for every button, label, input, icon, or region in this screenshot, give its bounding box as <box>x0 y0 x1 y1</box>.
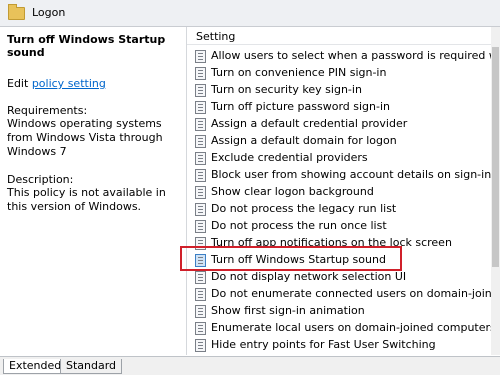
policy-setting-icon <box>195 84 206 97</box>
policy-setting-icon <box>195 169 206 182</box>
settings-list-pane: Setting Allow users to select when a pas… <box>186 27 500 355</box>
policy-row-label: Show clear logon background <box>211 185 374 198</box>
policy-setting-icon <box>195 118 206 131</box>
tab-standard[interactable]: Standard <box>60 359 123 374</box>
requirements-label: Requirements: <box>7 104 88 117</box>
policy-row[interactable]: Block user from showing account details … <box>195 166 495 183</box>
header-divider <box>187 44 492 45</box>
tab-extended[interactable]: Extended <box>3 359 68 374</box>
policy-setting-icon <box>195 339 206 352</box>
policy-row[interactable]: Turn on security key sign-in <box>195 81 495 98</box>
policy-setting-icon <box>195 135 206 148</box>
settings-list: Allow users to select when a password is… <box>195 47 500 353</box>
description-text: This policy is not available in this ver… <box>7 186 166 213</box>
policy-setting-link[interactable]: policy setting <box>32 77 106 90</box>
policy-row-label: Exclude credential providers <box>211 151 368 164</box>
policy-row-label: Turn on security key sign-in <box>211 83 362 96</box>
policy-row-label: Do not process the legacy run list <box>211 202 397 215</box>
policy-row[interactable]: Do not enumerate connected users on doma… <box>195 285 500 302</box>
window-title: Logon <box>32 6 66 19</box>
folder-icon <box>8 4 25 20</box>
policy-setting-icon <box>195 203 206 216</box>
policy-row-label: Turn off picture password sign-in <box>211 100 390 113</box>
policy-row[interactable]: Hide entry points for Fast User Switchin… <box>195 336 495 353</box>
policy-row[interactable]: Enumerate local users on domain-joined c… <box>195 319 496 336</box>
policy-row[interactable]: Exclude credential providers <box>195 149 495 166</box>
vertical-scrollbar[interactable] <box>491 27 500 355</box>
policy-row-label: Assign a default domain for logon <box>211 134 397 147</box>
policy-setting-icon <box>195 220 206 233</box>
policy-row-label: Hide entry points for Fast User Switchin… <box>211 338 436 351</box>
policy-row[interactable]: Turn off picture password sign-in <box>195 98 495 115</box>
policy-setting-icon <box>195 67 206 80</box>
policy-row-label: Show first sign-in animation <box>211 304 365 317</box>
policy-setting-icon <box>195 322 206 335</box>
selection-highlight-box <box>180 246 402 271</box>
policy-setting-icon <box>195 101 206 114</box>
policy-row-label: Do not display network selection UI <box>211 270 407 283</box>
policy-row-label: Block user from showing account details … <box>211 168 492 181</box>
policy-setting-icon <box>195 288 206 301</box>
description-pane: Turn off Windows Startup sound Edit poli… <box>0 27 186 355</box>
policy-row-label: Allow users to select when a password is… <box>211 49 500 62</box>
policy-row[interactable]: Assign a default domain for logon <box>195 132 495 149</box>
policy-setting-icon <box>195 305 206 318</box>
policy-row[interactable]: Do not process the legacy run list <box>195 200 495 217</box>
description-label: Description: <box>7 173 74 186</box>
policy-row-label: Turn on convenience PIN sign-in <box>211 66 387 79</box>
requirements-text: Windows operating systems from Windows V… <box>7 117 163 158</box>
policy-setting-icon <box>195 271 206 284</box>
policy-setting-icon <box>195 50 206 63</box>
policy-row[interactable]: Allow users to select when a password is… <box>195 47 500 64</box>
policy-row-label: Assign a default credential provider <box>211 117 408 130</box>
scrollbar-thumb[interactable] <box>492 47 499 267</box>
policy-row[interactable]: Assign a default credential provider <box>195 115 495 132</box>
view-tabs: Extended Standard <box>0 356 500 375</box>
policy-setting-icon <box>195 152 206 165</box>
setting-column-header[interactable]: Setting <box>196 30 235 43</box>
title-bar: Logon <box>0 0 500 27</box>
policy-heading: Turn off Windows Startup sound <box>7 33 166 59</box>
policy-row[interactable]: Show first sign-in animation <box>195 302 495 319</box>
policy-row[interactable]: Turn on convenience PIN sign-in <box>195 64 495 81</box>
policy-row[interactable]: Do not process the run once list <box>195 217 495 234</box>
policy-row-label: Do not process the run once list <box>211 219 387 232</box>
edit-prefix: Edit <box>7 77 29 90</box>
policy-setting-icon <box>195 186 206 199</box>
policy-row[interactable]: Show clear logon background <box>195 183 495 200</box>
policy-row-label: Do not enumerate connected users on doma… <box>211 287 500 300</box>
policy-row-label: Enumerate local users on domain-joined c… <box>211 321 496 334</box>
edit-line: Edit policy setting <box>7 77 186 90</box>
